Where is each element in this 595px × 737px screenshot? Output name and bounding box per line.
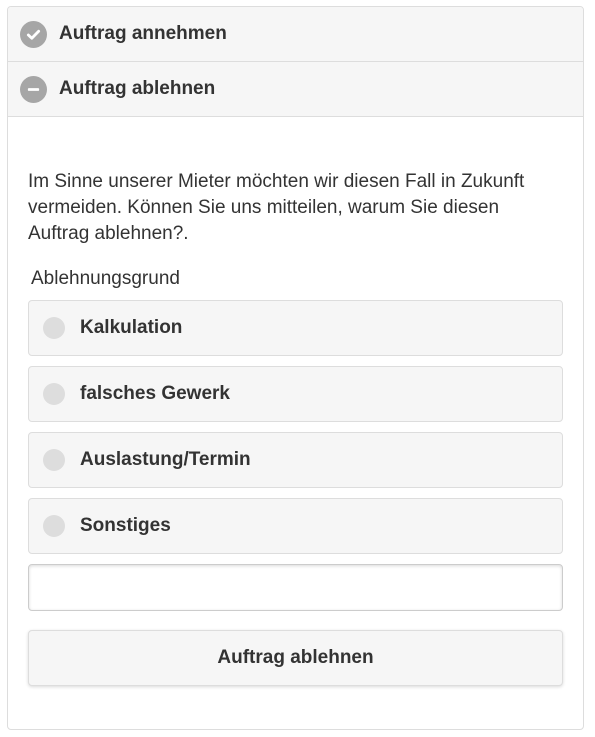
radio-option-label: falsches Gewerk [80,383,230,404]
decline-submit-button[interactable]: Auftrag ablehnen [28,630,563,686]
radio-circle-icon [43,515,65,537]
radio-option-label: Kalkulation [80,317,183,338]
decision-panel: Auftrag annehmen Auftrag ablehnen Im Sin… [7,6,584,730]
radio-option-label: Auslastung/Termin [80,449,251,470]
radio-circle-icon [43,449,65,471]
radio-option-auslastung-termin[interactable]: Auslastung/Termin [28,432,563,488]
radio-circle-icon [43,317,65,339]
minus-icon [20,75,47,103]
radio-option-sonstiges[interactable]: Sonstiges [28,498,563,554]
accordion-decline-label: Auftrag ablehnen [59,78,216,99]
check-icon [20,20,47,48]
reason-label: Ablehnungsgrund [31,268,180,289]
decline-form: Im Sinne unserer Mieter möchten wir dies… [8,169,583,686]
other-reason-input[interactable] [28,564,563,611]
accordion-decline-header[interactable]: Auftrag ablehnen [8,62,583,117]
accordion-accept-label: Auftrag annehmen [59,23,227,44]
intro-text: Im Sinne unserer Mieter möchten wir dies… [28,171,525,244]
radio-option-falsches-gewerk[interactable]: falsches Gewerk [28,366,563,422]
radio-option-kalkulation[interactable]: Kalkulation [28,300,563,356]
accordion-accept-header[interactable]: Auftrag annehmen [8,7,583,62]
radio-circle-icon [43,383,65,405]
radio-option-label: Sonstiges [80,515,171,536]
